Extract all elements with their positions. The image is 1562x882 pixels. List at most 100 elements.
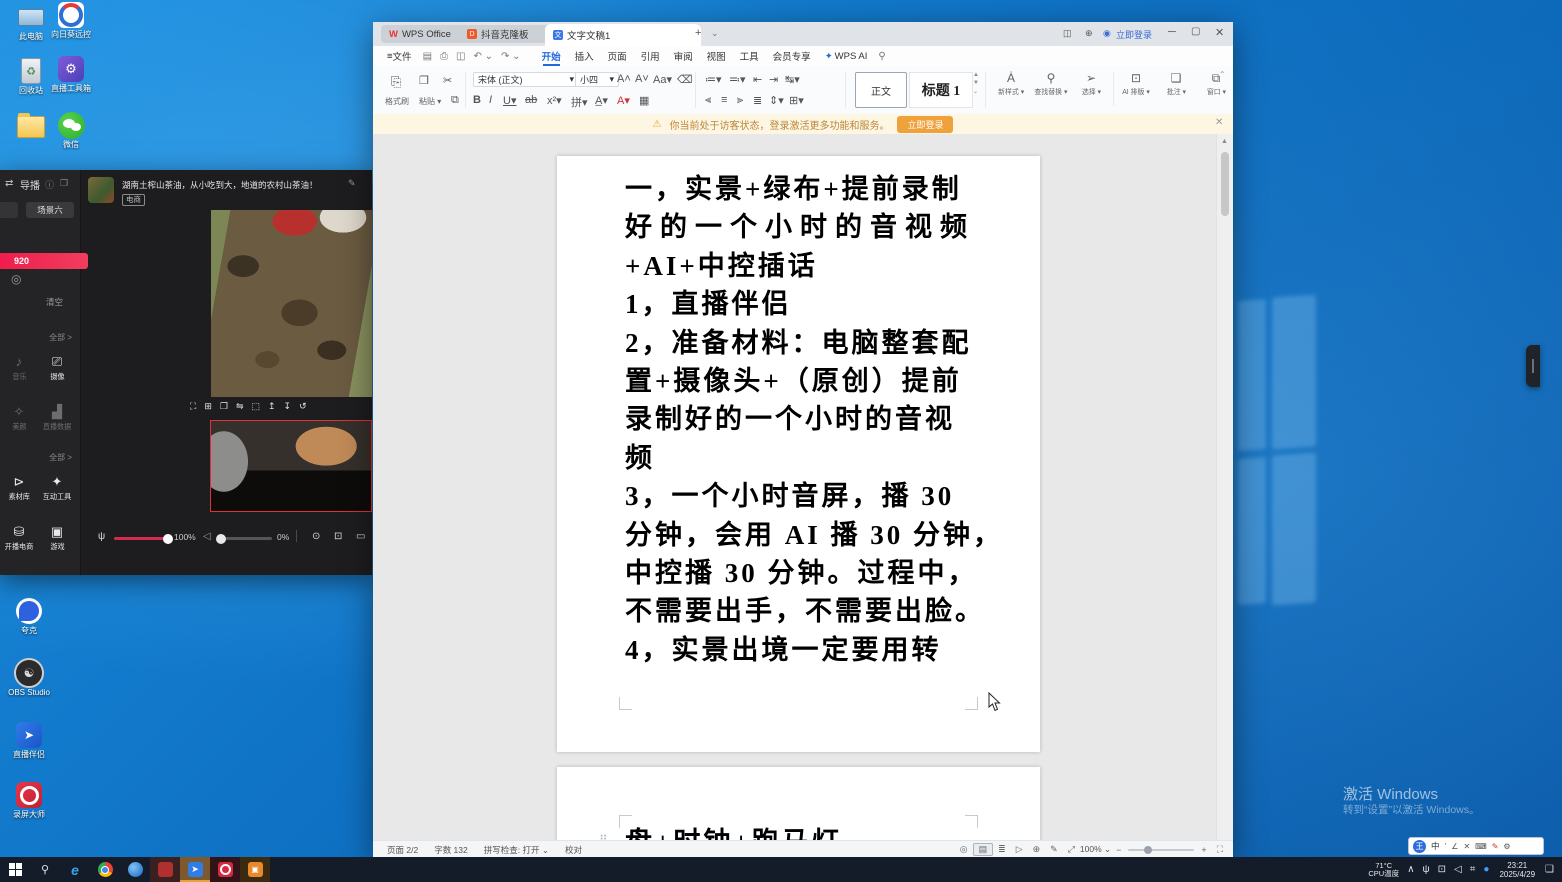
bullets-button[interactable]: ≔▾ [705, 73, 722, 86]
taskbar-live-companion-active[interactable]: ➤ [180, 857, 210, 882]
menu-member[interactable]: 会员专享 [766, 46, 818, 66]
tab-docer[interactable]: D 抖音克隆板 [459, 25, 557, 43]
flip-icon[interactable]: ⇋ [232, 401, 248, 412]
banner-close-icon[interactable]: ✕ [1215, 117, 1223, 128]
close-button[interactable]: ✕ [1215, 26, 1224, 39]
tray-display-icon[interactable]: ⊡ [1434, 864, 1450, 875]
numbering-button[interactable]: ≕▾ [729, 73, 746, 86]
fit-width-icon[interactable]: ⤢ [1063, 844, 1080, 855]
highlight-button[interactable]: A̲▾ [595, 94, 608, 107]
copy-icon[interactable]: ❐ [216, 401, 232, 412]
scene-tab-partial[interactable] [0, 202, 18, 218]
font-size-select[interactable]: 小四▾ [575, 72, 619, 87]
rotate-icon[interactable]: ↺ [295, 401, 311, 412]
stream-thumbnail[interactable] [88, 177, 114, 203]
spell-check[interactable]: 拼写检查: 打开 ⌄ [468, 844, 549, 856]
window-button[interactable]: ⧉窗口 ▾ [1196, 72, 1236, 106]
ime-logo-icon[interactable]: 王 [1413, 840, 1426, 853]
edge-dock-handle[interactable] [1526, 345, 1540, 387]
shading-button[interactable]: ▦ [639, 94, 649, 107]
ime-mode-toggle[interactable]: 中 [1431, 840, 1440, 852]
tool-music[interactable]: ♪音乐 [0, 354, 38, 382]
page-view-icon[interactable]: ▤ [973, 843, 994, 856]
record-icon[interactable]: ⊙ [312, 531, 320, 542]
italic-button[interactable]: I [489, 94, 492, 106]
bold-button[interactable]: B [473, 94, 481, 106]
taskbar-recorder[interactable] [210, 857, 240, 882]
desktop-icon-remote-app[interactable]: 向日葵远控 [44, 2, 98, 39]
layer-down-icon[interactable]: ↧ [280, 401, 296, 412]
phonetic-button[interactable]: 拼▾ [571, 94, 588, 110]
font-color-button[interactable]: A▾ [617, 94, 630, 107]
page1-text[interactable]: 一，实景+绿布+提前录制 好的一个小时的音视频 +AI+中控插话 1，直播伴侣 … [625, 170, 977, 669]
mic-icon[interactable]: ψ [98, 531, 105, 542]
new-tab-button[interactable]: + [695, 27, 701, 39]
underline-button[interactable]: U▾ [503, 94, 516, 107]
live-badge[interactable]: 920 [0, 253, 88, 269]
clipboard-icon[interactable]: ⧉ [451, 94, 459, 107]
redo-icon[interactable]: ↷ ⌄ [497, 51, 525, 62]
tray-chevron-icon[interactable]: ∧ [1403, 864, 1418, 875]
popout-icon[interactable]: ❐ [60, 178, 68, 189]
increase-font-icon[interactable]: A˄ [617, 73, 631, 85]
undo-icon[interactable]: ↶ ⌄ [469, 51, 497, 62]
desktop-icon-wechat[interactable]: 微信 [44, 112, 98, 149]
ime-cut-icon[interactable]: ✕ [1463, 842, 1470, 851]
fullscreen-icon[interactable]: ⛶ [1212, 844, 1233, 855]
play-view-icon[interactable]: ▷ [1011, 844, 1028, 855]
start-button[interactable] [0, 857, 30, 882]
tray-volume-icon[interactable]: ◁ [1450, 864, 1466, 875]
taskbar-browser[interactable] [120, 857, 150, 882]
menu-page[interactable]: 页面 [601, 46, 634, 66]
eye-protect-mode-icon[interactable]: ◎ [955, 844, 973, 855]
section-all-1[interactable]: 全部 > [0, 332, 72, 343]
settings-icon[interactable]: ⊕ [1085, 28, 1093, 39]
strikethrough-button[interactable]: ab [525, 94, 537, 106]
document-page-2[interactable]: ⣿ 盘+时钟+跑马灯 [557, 767, 1040, 840]
document-area[interactable]: 一，实景+绿布+提前录制 好的一个小时的音视频 +AI+中控插话 1，直播伴侣 … [373, 134, 1233, 840]
tool-game[interactable]: ▣游戏 [38, 524, 76, 552]
menu-review[interactable]: 审阅 [667, 46, 700, 66]
justify-button[interactable]: ≣ [753, 94, 762, 107]
clear-button[interactable]: 清空 [46, 296, 63, 308]
proofread[interactable]: 校对 [549, 844, 582, 856]
desktop-icon-recorder[interactable]: 录屏大师 [2, 782, 56, 819]
battery-icon[interactable]: ▭ [356, 531, 365, 542]
menu-view[interactable]: 视图 [700, 46, 733, 66]
find-replace-button[interactable]: ⚲查找替换 ▾ [1031, 72, 1071, 106]
tool-ecommerce[interactable]: ⛁开播电商 [0, 524, 38, 552]
edit-title-icon[interactable]: ✎ [348, 178, 356, 189]
desktop-icon-toolbox-app[interactable]: ⚙ 直播工具箱 [44, 56, 98, 93]
comment-button[interactable]: ❏批注 ▾ [1156, 72, 1196, 106]
zoom-level[interactable]: 100% ⌄ [1080, 844, 1111, 855]
cut-icon[interactable]: ✂ [443, 74, 452, 87]
style-heading1[interactable]: 标题 1 [909, 72, 973, 108]
minimize-button[interactable]: ─ [1168, 26, 1176, 38]
notification-center-icon[interactable]: ❏ [1541, 864, 1562, 875]
layout-mode-icon[interactable]: ◫ [1063, 28, 1072, 39]
preview-icon[interactable]: ◫ [452, 51, 469, 62]
clear-format-icon[interactable]: ⌫ [677, 73, 693, 86]
borders-button[interactable]: ⊞▾ [789, 94, 804, 107]
copy-icon[interactable]: ❐ [419, 74, 429, 87]
outline-view-icon[interactable]: ≣ [993, 844, 1011, 855]
tool-live-data[interactable]: ▟直播数据 [38, 404, 76, 432]
style-normal[interactable]: 正文 [855, 72, 907, 108]
scroll-up-arrow[interactable]: ▲ [1221, 138, 1228, 145]
doc-scrollbar[interactable]: ▲ [1216, 134, 1233, 840]
align-center-button[interactable]: ≡ [721, 94, 727, 106]
font-name-select[interactable]: 宋体 (正文)▾ [473, 72, 579, 87]
tab-list-button[interactable]: ⌄ [711, 28, 719, 39]
tool-camera[interactable]: ⎚摄像 [38, 354, 76, 382]
tool-media-library[interactable]: ⊳素材库 [0, 474, 38, 502]
document-page-1[interactable]: 一，实景+绿布+提前录制 好的一个小时的音视频 +AI+中控插话 1，直播伴侣 … [557, 156, 1040, 752]
increase-indent-button[interactable]: ⇥ [769, 73, 778, 86]
tool-interactive[interactable]: ✦互动工具 [38, 474, 76, 502]
web-view-icon[interactable]: ⊕ [1028, 844, 1046, 855]
collapse-ribbon-icon[interactable]: ⌃ [1219, 70, 1226, 79]
menu-start[interactable]: 开始 [535, 46, 568, 66]
login-link[interactable]: 立即登录 [1116, 28, 1152, 41]
tray-network-icon[interactable]: ⌗ [1466, 864, 1480, 875]
layer-up-icon[interactable]: ↥ [264, 401, 280, 412]
menu-wps-ai[interactable]: ✦WPS AI [818, 46, 875, 66]
